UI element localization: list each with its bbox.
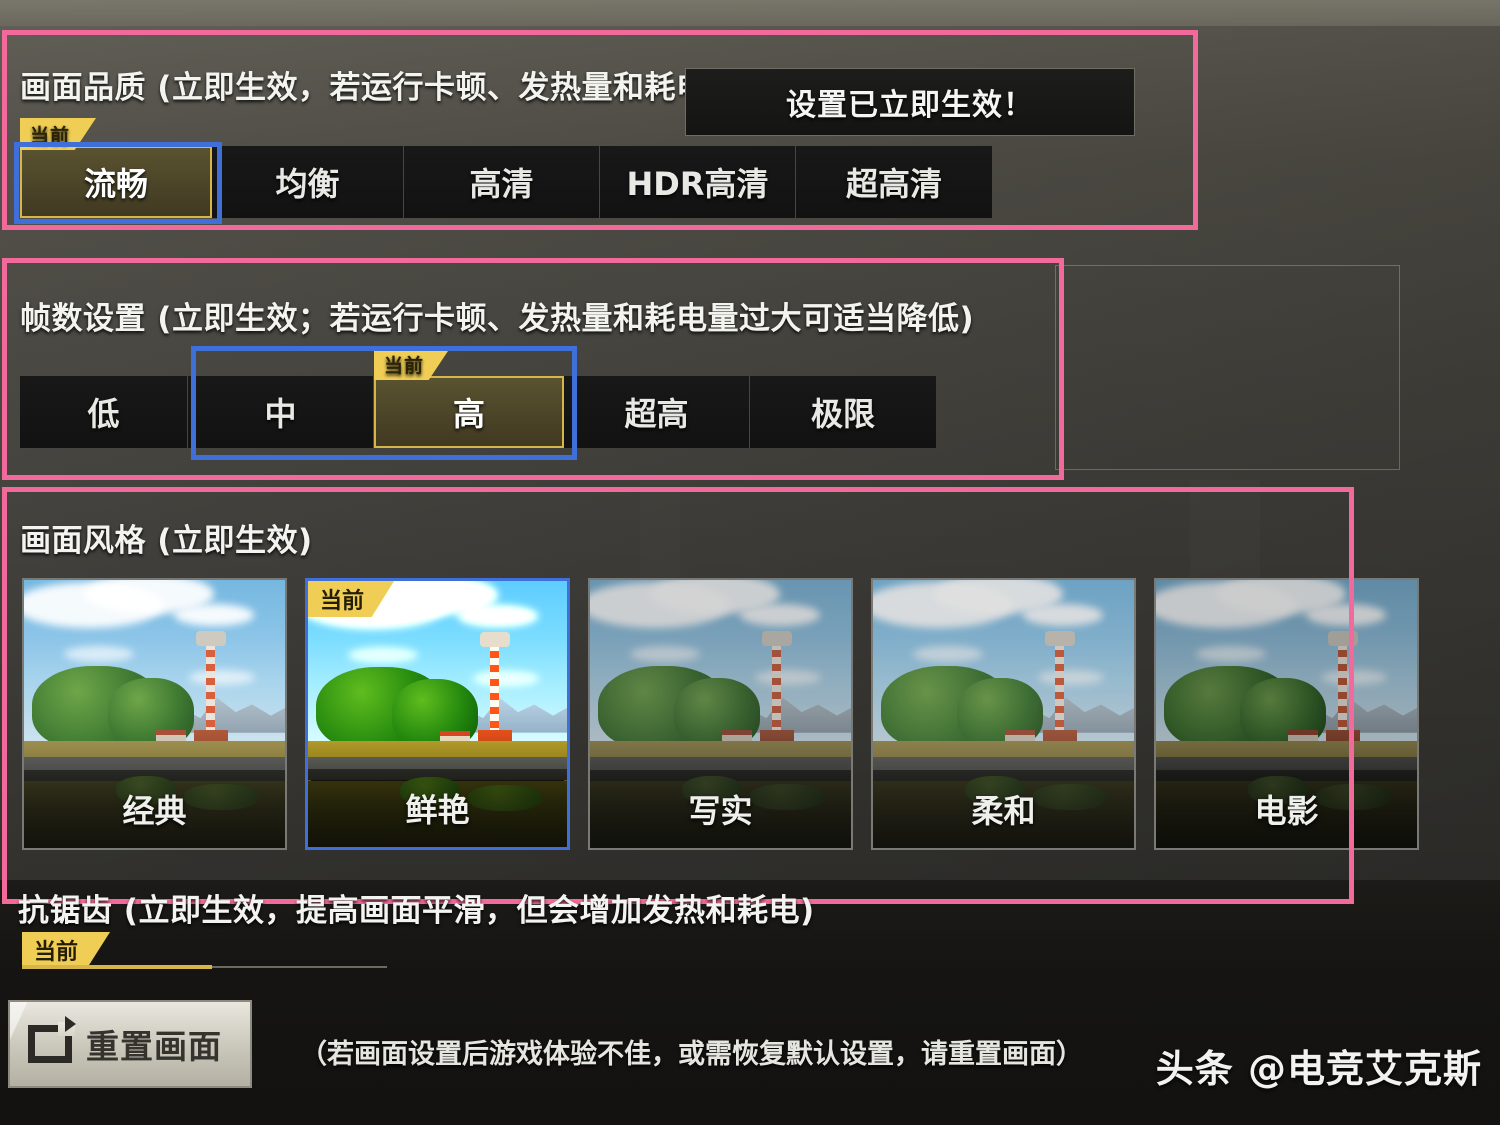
background-top-bar	[0, 0, 1500, 26]
framerate-option-label: 超高	[624, 395, 689, 433]
quality-option-1[interactable]: 均衡	[212, 146, 404, 218]
framerate-option-label: 高	[452, 395, 485, 433]
framerate-option-0[interactable]: 低	[20, 376, 188, 448]
quality-option-label: 均衡	[275, 165, 340, 203]
style-option-label: 经典	[24, 770, 285, 848]
settings-applied-toast: 设置已立即生效！	[685, 68, 1135, 136]
style-option-0[interactable]: 经典	[22, 578, 287, 850]
current-badge: 当前	[20, 118, 97, 150]
framerate-heading: 帧数设置 (立即生效；若运行卡顿、发热量和耗电量过大可适当降低)	[20, 301, 975, 337]
framerate-options[interactable]: 低 中 当前 高 超高 极限	[20, 348, 936, 448]
quality-option-label: HDR高清	[626, 165, 769, 203]
reset-button-label: 重置画面	[86, 1027, 222, 1066]
style-option-4[interactable]: 电影	[1154, 578, 1419, 850]
reset-icon	[28, 1016, 76, 1063]
style-option-label: 电影	[1156, 770, 1417, 848]
antialias-track-bar[interactable]	[212, 966, 387, 968]
framerate-option-1[interactable]: 中	[188, 376, 374, 448]
picture-style-heading: 画面风格 (立即生效)	[20, 523, 313, 559]
picture-style-options[interactable]: 经典 当前 鲜艳 写实 柔和 电影	[22, 578, 1419, 850]
quality-option-3[interactable]: HDR高清	[600, 146, 796, 218]
footer-note: （若画面设置后游戏体验不佳，或需恢复默认设置，请重置画面）	[300, 1039, 1083, 1070]
toast-text: 设置已立即生效！	[786, 88, 1034, 123]
style-option-label: 柔和	[873, 770, 1134, 848]
framerate-option-3[interactable]: 超高	[564, 376, 750, 448]
background-panel-outline	[1055, 265, 1400, 470]
antialias-heading: 抗锯齿 (立即生效，提高画面平滑，但会增加发热和耗电)	[18, 893, 815, 929]
antialias-selected-bar[interactable]	[22, 965, 212, 969]
style-option-3[interactable]: 柔和	[871, 578, 1136, 850]
quality-option-2[interactable]: 高清	[404, 146, 600, 218]
quality-option-4[interactable]: 超高清	[796, 146, 992, 218]
quality-option-label: 高清	[469, 165, 534, 203]
quality-option-0[interactable]: 当前 流畅	[20, 118, 212, 218]
watermark: 头条 @电竞艾克斯	[1155, 1047, 1482, 1091]
quality-option-label: 流畅	[83, 165, 148, 203]
framerate-option-label: 低	[87, 395, 120, 433]
framerate-option-4[interactable]: 极限	[750, 376, 936, 448]
framerate-option-2[interactable]: 当前 高	[374, 348, 564, 448]
style-option-1[interactable]: 当前 鲜艳	[305, 578, 570, 850]
framerate-option-label: 极限	[810, 395, 875, 433]
reset-picture-button[interactable]: 重置画面	[8, 1000, 252, 1088]
style-option-2[interactable]: 写实	[588, 578, 853, 850]
quality-option-label: 超高清	[845, 165, 942, 203]
style-option-label: 鲜艳	[308, 769, 567, 847]
picture-quality-options[interactable]: 当前 流畅 均衡 高清 HDR高清 超高清	[20, 118, 992, 218]
style-option-label: 写实	[590, 770, 851, 848]
framerate-option-label: 中	[264, 395, 297, 433]
current-badge: 当前	[374, 348, 451, 380]
